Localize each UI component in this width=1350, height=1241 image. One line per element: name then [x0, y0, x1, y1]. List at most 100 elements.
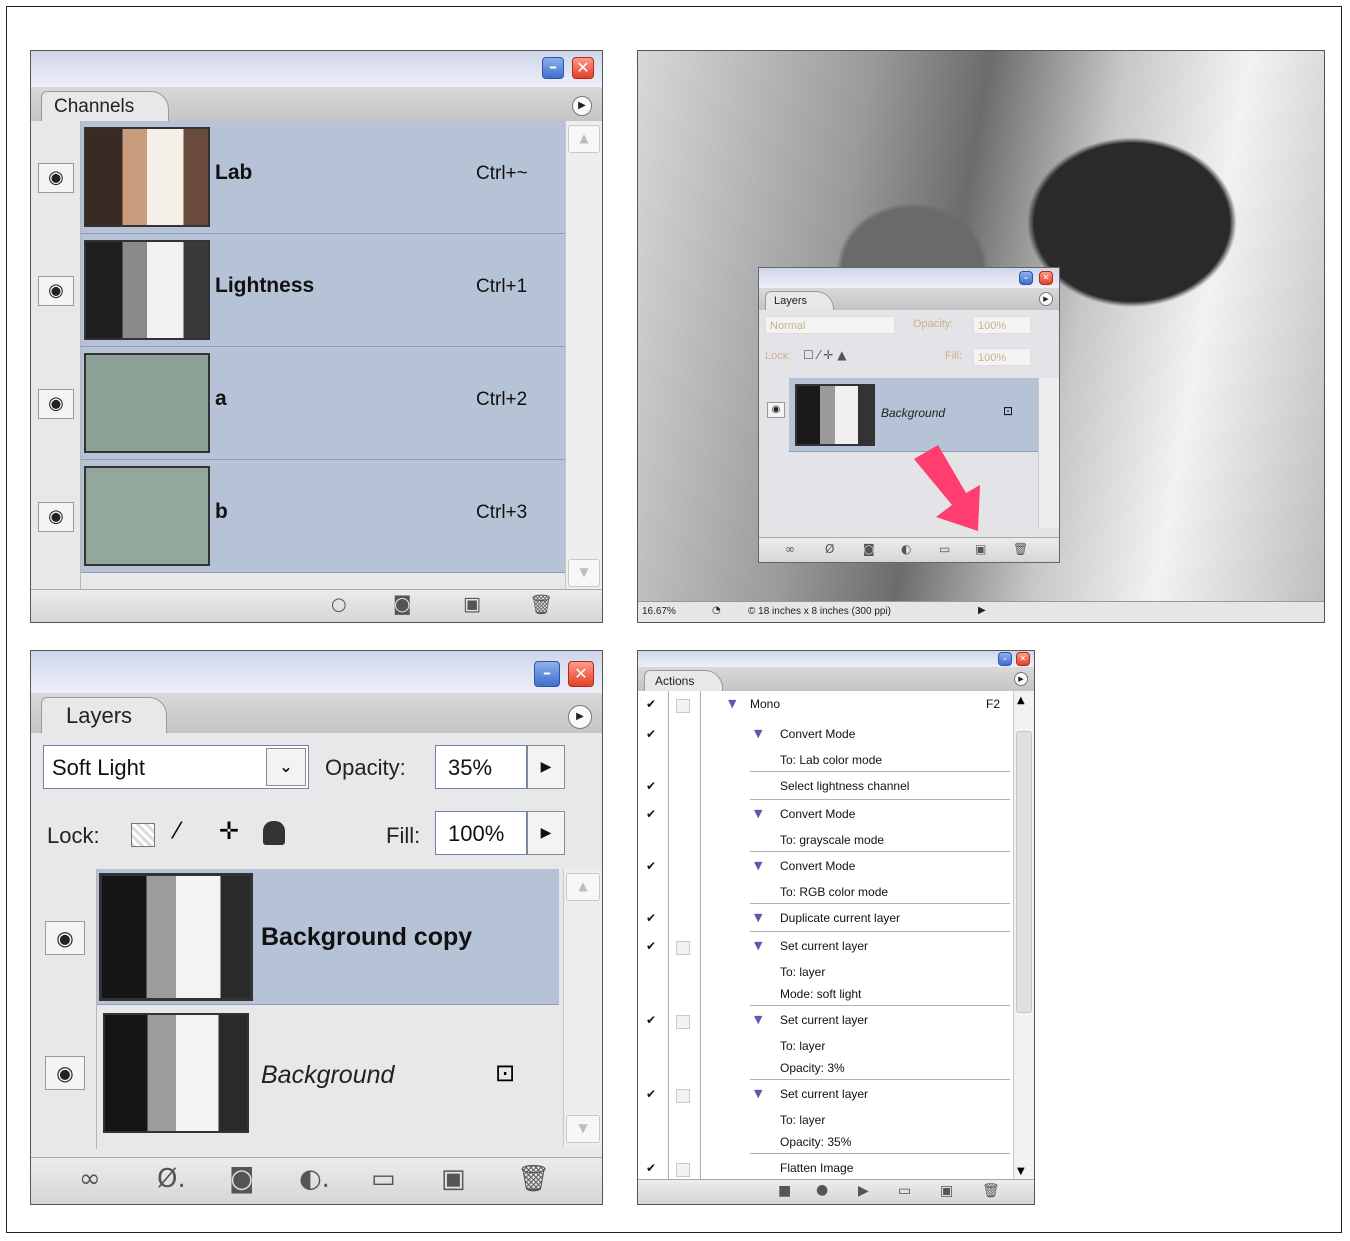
fill-field[interactable]: 100% — [973, 348, 1031, 366]
expand-triangle-icon[interactable]: ▼ — [754, 727, 762, 740]
check-icon[interactable]: ✔ — [644, 859, 658, 873]
layer-row-background[interactable]: Background ⊡ — [97, 1005, 559, 1141]
close-icon[interactable]: ✕ — [1016, 652, 1030, 666]
minimize-icon[interactable]: – — [998, 652, 1012, 666]
zoom-level[interactable]: 16.67% — [642, 606, 676, 617]
lock-icons[interactable]: ☐ ⁄ ✛ ▲ — [803, 348, 847, 362]
check-icon[interactable]: ✔ — [644, 1087, 658, 1101]
tab-layers[interactable]: Layers — [765, 291, 835, 310]
trash-icon[interactable]: 🗑 — [1013, 542, 1028, 556]
minimize-icon[interactable]: – — [1019, 271, 1033, 285]
dialog-toggle[interactable] — [676, 1015, 690, 1029]
channel-row-lab[interactable]: Lab Ctrl+~ — [81, 121, 566, 234]
channel-row-a[interactable]: a Ctrl+2 — [81, 347, 566, 460]
dialog-toggle[interactable] — [676, 699, 690, 713]
blend-mode-select[interactable]: Soft Light ⌄ — [43, 745, 309, 789]
scroll-up-icon[interactable]: ▲ — [568, 125, 600, 153]
eye-icon[interactable]: ◉ — [38, 276, 74, 306]
tab-channels[interactable]: Channels — [41, 91, 170, 121]
link-icon[interactable]: ∞ — [785, 542, 795, 556]
new-set-icon[interactable]: ▭ — [898, 1183, 911, 1199]
layer-style-icon[interactable]: Ø. — [157, 1164, 186, 1194]
scroll-up-icon[interactable]: ▲ — [1017, 695, 1025, 706]
adjustment-layer-icon[interactable]: ◐ — [901, 542, 911, 556]
tab-actions[interactable]: Actions — [644, 670, 724, 691]
layer-mask-icon[interactable]: ◙ — [229, 1164, 254, 1194]
lock-move-icon[interactable]: ✛ — [219, 817, 239, 845]
panel-menu-icon[interactable]: ▶ — [1014, 672, 1028, 686]
lock-brush-icon[interactable]: ⁄ — [175, 819, 179, 844]
check-icon[interactable]: ✔ — [644, 779, 658, 793]
opacity-slider-arrow-icon[interactable]: ▶ — [527, 745, 565, 789]
close-icon[interactable]: ✕ — [572, 57, 594, 79]
dialog-toggle[interactable] — [676, 941, 690, 955]
adjustment-layer-icon[interactable]: ◐. — [299, 1164, 330, 1194]
lock-all-icon[interactable] — [263, 821, 285, 845]
selection-circle-icon[interactable]: ○ — [331, 594, 347, 615]
expand-triangle-icon[interactable]: ▼ — [754, 939, 762, 952]
panel-menu-icon[interactable]: ▶ — [572, 96, 592, 116]
stop-icon[interactable]: ■ — [778, 1183, 791, 1199]
blend-mode-select[interactable]: Normal — [765, 316, 895, 334]
lock-transparent-icon[interactable] — [131, 823, 155, 847]
new-group-icon[interactable]: ▭ — [939, 542, 950, 556]
fill-slider-arrow-icon[interactable]: ▶ — [527, 811, 565, 855]
check-icon[interactable]: ✔ — [644, 727, 658, 741]
eye-icon[interactable]: ◉ — [38, 389, 74, 419]
expand-triangle-icon[interactable]: ▼ — [728, 697, 736, 710]
scroll-down-icon[interactable]: ▼ — [566, 1115, 600, 1143]
close-icon[interactable]: ✕ — [568, 661, 594, 687]
expand-triangle-icon[interactable]: ▼ — [754, 911, 762, 924]
dialog-toggle[interactable] — [676, 1089, 690, 1103]
check-icon[interactable]: ✔ — [644, 697, 658, 711]
mini-scrollbar[interactable] — [1038, 378, 1059, 528]
channels-scrollbar[interactable]: ▲ ▼ — [565, 121, 602, 591]
status-menu-icon[interactable]: ▶ — [978, 605, 986, 616]
check-icon[interactable]: ✔ — [644, 807, 658, 821]
expand-triangle-icon[interactable]: ▼ — [754, 1013, 762, 1026]
eye-icon[interactable]: ◉ — [45, 921, 85, 955]
tab-layers[interactable]: Layers — [41, 697, 168, 733]
scroll-thumb[interactable] — [1016, 731, 1032, 1013]
expand-triangle-icon[interactable]: ▼ — [754, 807, 762, 820]
layers-scrollbar[interactable]: ▲ ▼ — [563, 869, 602, 1147]
scroll-down-icon[interactable]: ▼ — [1017, 1166, 1025, 1177]
trash-icon[interactable]: 🗑 — [982, 1183, 1000, 1199]
actions-scrollbar[interactable]: ▲ ▼ — [1013, 691, 1034, 1181]
panel-menu-icon[interactable]: ▶ — [1039, 292, 1053, 306]
opacity-field[interactable]: 100% — [973, 316, 1031, 334]
record-icon[interactable]: ● — [816, 1182, 828, 1198]
expand-triangle-icon[interactable]: ▼ — [754, 859, 762, 872]
scroll-up-icon[interactable]: ▲ — [566, 873, 600, 901]
layer-mask-icon[interactable]: ◙ — [863, 542, 875, 556]
eye-icon[interactable]: ◉ — [38, 502, 74, 532]
close-icon[interactable]: ✕ — [1039, 271, 1053, 285]
eye-icon[interactable]: ◉ — [45, 1056, 85, 1090]
new-group-icon[interactable]: ▭ — [371, 1164, 396, 1194]
check-icon[interactable]: ✔ — [644, 1013, 658, 1027]
check-icon[interactable]: ✔ — [644, 911, 658, 925]
eye-icon[interactable]: ◉ — [38, 163, 74, 193]
expand-triangle-icon[interactable]: ▼ — [754, 1087, 762, 1100]
play-icon[interactable]: ▶ — [858, 1183, 869, 1199]
new-channel-icon[interactable]: ▣ — [463, 593, 481, 615]
layer-row-background-copy[interactable]: Background copy — [97, 869, 559, 1005]
action-set-mono[interactable]: ✔ ▼ Mono F2 — [638, 697, 1014, 717]
minimize-icon[interactable]: – — [534, 661, 560, 687]
new-action-icon[interactable]: ▣ — [940, 1183, 953, 1199]
dialog-toggle[interactable] — [676, 1163, 690, 1177]
new-layer-icon[interactable]: ▣ — [441, 1164, 466, 1194]
check-icon[interactable]: ✔ — [644, 939, 658, 953]
new-layer-icon[interactable]: ▣ — [975, 542, 986, 556]
fill-field[interactable]: 100% — [435, 811, 527, 855]
chevron-down-icon[interactable]: ⌄ — [266, 748, 306, 786]
scroll-down-icon[interactable]: ▼ — [568, 559, 600, 587]
trash-icon[interactable]: 🗑 — [529, 593, 553, 616]
trash-icon[interactable]: 🗑 — [517, 1164, 550, 1194]
opacity-field[interactable]: 35% — [435, 745, 527, 789]
save-mask-icon[interactable]: ◙ — [393, 593, 411, 615]
channel-row-b[interactable]: b Ctrl+3 — [81, 460, 566, 573]
layer-style-icon[interactable]: Ø — [825, 542, 834, 556]
channel-row-lightness[interactable]: Lightness Ctrl+1 — [81, 234, 566, 347]
check-icon[interactable]: ✔ — [644, 1161, 658, 1175]
